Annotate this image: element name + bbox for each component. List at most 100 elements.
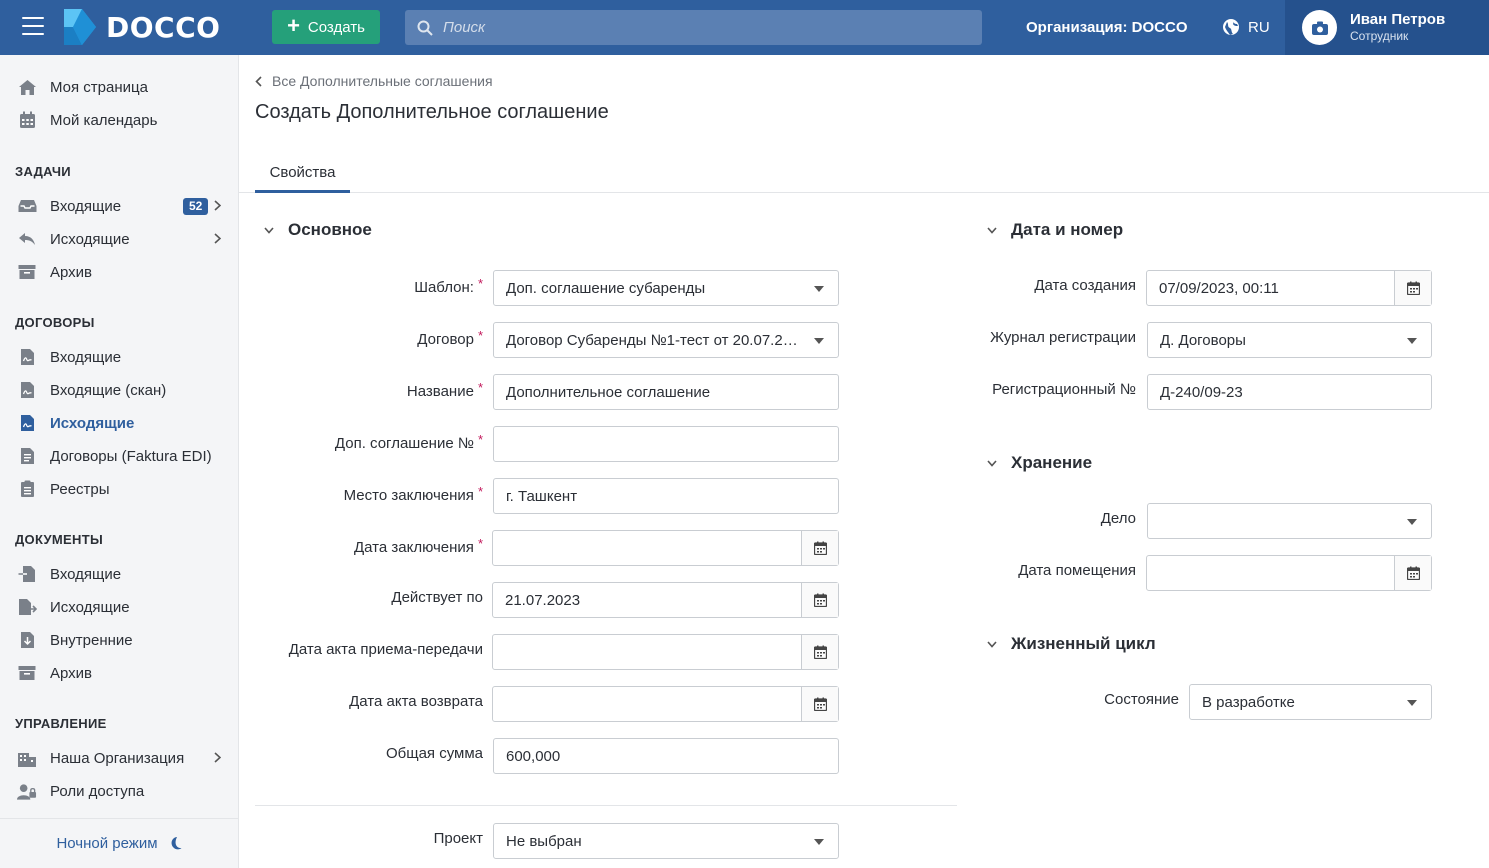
sidebar-item-contracts-outgoing[interactable]: Исходящие bbox=[0, 408, 238, 438]
section-date-number-header[interactable]: Дата и номер bbox=[987, 220, 1123, 240]
section-storage-header[interactable]: Хранение bbox=[987, 453, 1092, 473]
project-value: Не выбран bbox=[506, 832, 582, 850]
sidebar-item-label: Входящие bbox=[50, 565, 122, 583]
name-label-text: Название bbox=[406, 383, 474, 400]
valid-until-field[interactable]: 21.07.2023 bbox=[492, 582, 839, 618]
sidebar-item-label: Исходящие bbox=[50, 230, 130, 248]
sidebar-item-contracts-edi[interactable]: Договоры (Faktura EDI) bbox=[0, 441, 238, 471]
calendar-picker-button[interactable] bbox=[801, 531, 838, 565]
user-menu[interactable]: Иван Петров Сотрудник bbox=[1285, 0, 1489, 55]
sidebar-item-my-calendar[interactable]: Мой календарь bbox=[0, 105, 238, 135]
sidebar-item-tasks-inbox[interactable]: Входящие 52 bbox=[0, 191, 238, 221]
archive-icon bbox=[17, 663, 37, 683]
journal-label-text: Журнал регистрации bbox=[990, 329, 1136, 346]
project-label: Проект bbox=[434, 830, 483, 847]
chevron-left-icon bbox=[255, 75, 262, 87]
project-select[interactable]: Не выбран bbox=[493, 823, 839, 859]
sidebar-item-our-organization[interactable]: Наша Организация bbox=[0, 743, 238, 773]
sidebar-item-tasks-archive[interactable]: Архив bbox=[0, 257, 238, 287]
created-date-value: 07/09/2023, 00:11 bbox=[1159, 279, 1279, 297]
sidebar-item-contracts-registry[interactable]: Реестры bbox=[0, 474, 238, 504]
calendar-picker-button[interactable] bbox=[801, 635, 838, 669]
breadcrumb-link[interactable]: Все Дополнительные соглашения bbox=[272, 73, 493, 89]
conclusion-date-label-text: Дата заключения bbox=[353, 539, 474, 556]
registration-number-label: Регистрационный № bbox=[992, 381, 1136, 398]
template-value: Доп. соглашение субаренды bbox=[506, 279, 706, 297]
sidebar-item-contracts-incoming[interactable]: Входящие bbox=[0, 342, 238, 372]
contract-outgoing-icon bbox=[17, 413, 37, 433]
sidebar-item-documents-internal[interactable]: Внутренние bbox=[0, 625, 238, 655]
return-act-date-field[interactable] bbox=[492, 686, 839, 722]
reply-icon bbox=[17, 229, 37, 249]
sidebar-section-contracts: ДОГОВОРЫ bbox=[15, 315, 95, 330]
journal-select[interactable]: Д. Договоры bbox=[1147, 322, 1432, 358]
required-mark: * bbox=[477, 380, 483, 395]
sidebar-item-label: Входящие bbox=[50, 348, 122, 366]
breadcrumb[interactable]: Все Дополнительные соглашения bbox=[255, 73, 493, 89]
search-bar[interactable] bbox=[405, 10, 982, 45]
calendar-picker-button[interactable] bbox=[801, 583, 838, 617]
language-switcher[interactable]: RU bbox=[1222, 18, 1270, 36]
sidebar-item-label: Реестры bbox=[50, 480, 110, 498]
organization-label[interactable]: Организация: DOCCO bbox=[1026, 19, 1188, 36]
conclusion-date-field[interactable] bbox=[492, 530, 839, 566]
sidebar-item-contracts-incoming-scan[interactable]: Входящие (скан) bbox=[0, 375, 238, 405]
journal-label: Журнал регистрации bbox=[990, 329, 1136, 346]
section-storage-title: Хранение bbox=[1011, 453, 1093, 472]
camera-icon bbox=[1311, 21, 1328, 35]
template-select[interactable]: Доп. соглашение субаренды bbox=[493, 270, 839, 306]
app-logo[interactable]: DOCCO bbox=[60, 6, 220, 48]
transfer-act-label: Дата акта приема-передачи bbox=[289, 641, 483, 658]
sidebar-item-tasks-outgoing[interactable]: Исходящие bbox=[0, 224, 238, 254]
required-mark: * bbox=[477, 328, 483, 343]
required-mark: * bbox=[477, 432, 483, 447]
total-amount-label: Общая сумма bbox=[386, 745, 483, 762]
placement-date-field[interactable] bbox=[1146, 555, 1432, 591]
calendar-picker-button[interactable] bbox=[1394, 556, 1431, 590]
language-code: RU bbox=[1248, 18, 1270, 36]
calendar-icon bbox=[813, 541, 827, 555]
place-field[interactable]: г. Ташкент bbox=[493, 478, 839, 514]
case-select[interactable] bbox=[1147, 503, 1432, 539]
hamburger-menu-icon[interactable] bbox=[22, 17, 44, 35]
sidebar-item-my-page[interactable]: Моя страница bbox=[0, 72, 238, 102]
valid-until-label: Действует по bbox=[391, 589, 483, 606]
state-label: Состояние bbox=[1104, 691, 1179, 708]
sidebar-item-label: Входящие bbox=[50, 197, 122, 215]
calendar-picker-button[interactable] bbox=[801, 687, 838, 721]
doc-out-icon bbox=[17, 597, 37, 617]
agreement-number-field[interactable] bbox=[493, 426, 839, 462]
tab-properties[interactable]: Свойства bbox=[255, 155, 350, 193]
sidebar-item-label: Архив bbox=[50, 664, 93, 682]
sidebar-item-documents-incoming[interactable]: Входящие bbox=[0, 559, 238, 589]
case-label-text: Дело bbox=[1100, 510, 1136, 527]
create-button[interactable]: + Создать bbox=[272, 10, 380, 44]
doc-in-icon bbox=[17, 564, 37, 584]
sidebar-item-access-roles[interactable]: Роли доступа bbox=[0, 776, 238, 806]
conclusion-date-label: Дата заключения * bbox=[353, 536, 483, 556]
sidebar-item-documents-archive[interactable]: Архив bbox=[0, 658, 238, 688]
transfer-act-date-field[interactable] bbox=[492, 634, 839, 670]
placement-date-label-text: Дата помещения bbox=[1018, 562, 1136, 579]
registration-number-field[interactable]: Д-240/09-23 bbox=[1147, 374, 1432, 410]
sidebar-item-label: Мой календарь bbox=[50, 111, 158, 129]
create-button-label: Создать bbox=[307, 18, 365, 36]
night-mode-label: Ночной режим bbox=[56, 835, 158, 852]
sidebar-item-label: Моя страница bbox=[50, 78, 148, 96]
place-label: Место заключения * bbox=[344, 484, 483, 504]
section-main-header[interactable]: Основное bbox=[264, 220, 372, 240]
sidebar-item-documents-outgoing[interactable]: Исходящие bbox=[0, 592, 238, 622]
created-date-field[interactable]: 07/09/2023, 00:11 bbox=[1146, 270, 1432, 306]
contract-select[interactable]: Договор Субаренды №1-тест от 20.07.2023 bbox=[493, 322, 839, 358]
name-field[interactable]: Дополнительное соглашение bbox=[493, 374, 839, 410]
sidebar: Моя страница Мой календарь ЗАДАЧИ Входящ… bbox=[0, 55, 239, 868]
total-amount-field[interactable]: 600,000 bbox=[493, 738, 839, 774]
search-input[interactable] bbox=[443, 19, 943, 36]
section-lifecycle-header[interactable]: Жизненный цикл bbox=[987, 634, 1156, 654]
state-select[interactable]: В разработке bbox=[1189, 684, 1432, 720]
night-mode-toggle[interactable]: Ночной режим bbox=[0, 818, 238, 868]
calendar-picker-button[interactable] bbox=[1394, 271, 1431, 305]
plus-icon: + bbox=[287, 13, 300, 38]
calendar-icon bbox=[813, 645, 827, 659]
caret-down-icon bbox=[814, 286, 824, 292]
